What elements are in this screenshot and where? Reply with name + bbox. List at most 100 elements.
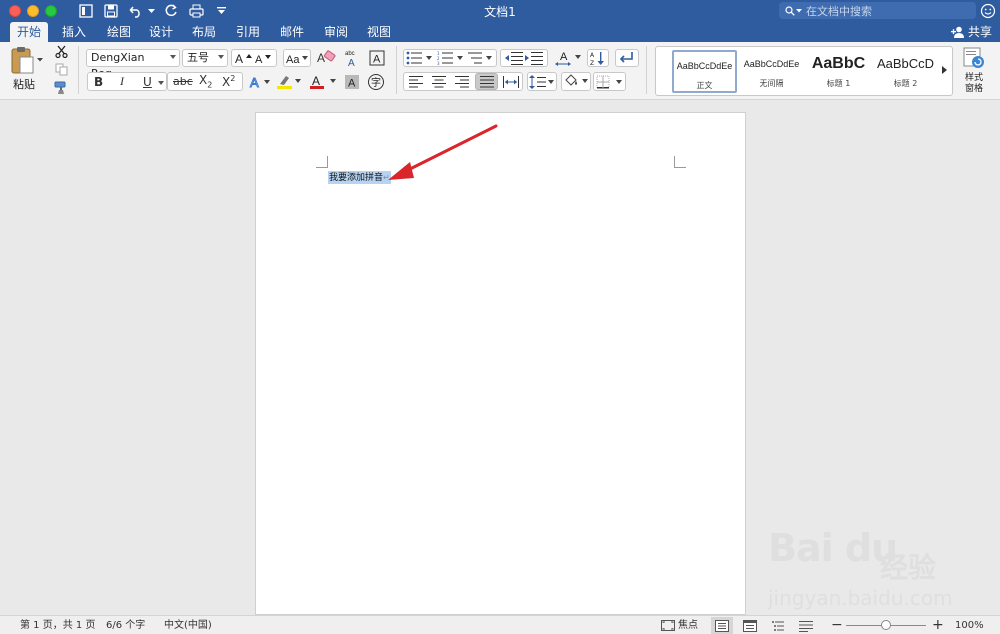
print-layout-view-icon[interactable] <box>711 617 733 634</box>
sidebar-toggle-icon[interactable] <box>78 3 94 19</box>
save-icon[interactable] <box>103 3 119 19</box>
document-title: 文档1 <box>484 5 516 19</box>
bold-button[interactable]: B <box>94 75 103 89</box>
clear-formatting-icon[interactable]: A <box>316 48 338 68</box>
style-sample: AaBbCcDdEe <box>743 59 800 69</box>
cut-icon[interactable] <box>53 44 69 59</box>
tab-layout[interactable]: 布局 <box>185 22 223 42</box>
justify-icon[interactable] <box>475 73 498 90</box>
borders-icon <box>596 75 622 88</box>
strikethrough-button[interactable]: abc <box>173 75 193 88</box>
phonetic-guide-icon[interactable]: abc A <box>342 48 364 68</box>
underline-button[interactable]: U <box>143 75 152 89</box>
undo-dropdown-icon[interactable] <box>147 3 155 19</box>
zoom-out-button[interactable]: − <box>831 616 843 634</box>
change-case-button[interactable]: Aa <box>283 49 311 67</box>
margin-corner-top-right <box>674 156 686 168</box>
zoom-in-button[interactable]: + <box>932 616 944 634</box>
page-count[interactable]: 第 1 页，共 1 页 <box>20 616 95 634</box>
zoom-window-button[interactable] <box>45 5 57 17</box>
tab-home[interactable]: 开始 <box>10 22 48 42</box>
annotation-arrow <box>388 124 498 180</box>
undo-icon[interactable] <box>128 3 144 19</box>
highlight-color-icon[interactable] <box>274 72 302 91</box>
font-size-value: 五号 <box>187 51 209 64</box>
redo-icon[interactable] <box>163 3 179 19</box>
tab-insert[interactable]: 插入 <box>55 22 93 42</box>
svg-text:字: 字 <box>371 76 381 89</box>
style-heading-1[interactable]: AaBbC 标题 1 <box>806 50 871 93</box>
styles-pane-button[interactable]: 样式 窗格 <box>958 46 990 96</box>
multilevel-list-icon[interactable] <box>468 51 496 65</box>
shading-button[interactable] <box>561 72 591 91</box>
change-case-icon: Aa <box>286 54 308 65</box>
underline-dropdown-icon[interactable] <box>158 81 164 85</box>
web-layout-view-icon[interactable] <box>739 617 761 634</box>
sort-button[interactable]: AZ <box>587 49 609 67</box>
svg-text:Aa: Aa <box>286 54 300 65</box>
feedback-smiley-icon[interactable] <box>980 3 996 19</box>
shrink-font-icon[interactable]: A <box>254 51 274 65</box>
draft-view-icon[interactable] <box>795 617 817 634</box>
separator <box>646 46 647 94</box>
style-sample: AaBbCcDdEe <box>676 61 733 71</box>
bullets-icon[interactable] <box>406 51 434 65</box>
svg-text:A: A <box>348 77 356 89</box>
outline-view-icon[interactable] <box>767 617 789 634</box>
font-size-select[interactable]: 五号 <box>182 49 228 67</box>
tab-view[interactable]: 视图 <box>360 22 398 42</box>
distributed-icon[interactable] <box>499 73 522 90</box>
character-border-icon[interactable]: A <box>367 48 387 68</box>
svg-text:A: A <box>250 75 259 90</box>
focus-label[interactable]: 焦点 <box>678 616 698 634</box>
watermark-brand: Bai du <box>768 526 898 570</box>
character-shading-icon[interactable]: A <box>342 72 362 91</box>
indent-buttons <box>500 49 548 67</box>
subscript-base: X <box>199 73 208 88</box>
style-normal[interactable]: AaBbCcDdEe 正文 <box>672 50 737 93</box>
increase-indent-icon[interactable] <box>524 51 544 65</box>
word-count[interactable]: 6/6 个字 <box>106 616 145 634</box>
tab-design[interactable]: 设计 <box>142 22 180 42</box>
subscript-button[interactable]: X2 <box>199 73 212 89</box>
character-scaling-icon[interactable]: A <box>553 48 583 68</box>
enclose-characters-icon[interactable]: 字 <box>366 72 386 91</box>
font-color-icon[interactable]: A <box>307 72 337 91</box>
share-button[interactable]: 共享 <box>950 22 992 42</box>
font-name-select[interactable]: DengXian Reg... <box>86 49 180 80</box>
numbering-icon[interactable]: 123 <box>437 51 465 65</box>
grow-font-icon[interactable]: A <box>234 51 254 65</box>
style-no-spacing[interactable]: AaBbCcDdEe 无间隔 <box>739 50 804 93</box>
tab-mailings[interactable]: 邮件 <box>273 22 311 42</box>
borders-button[interactable] <box>593 72 626 91</box>
superscript-button[interactable]: X2 <box>222 74 235 89</box>
tab-references[interactable]: 引用 <box>229 22 267 42</box>
zoom-level[interactable]: 100% <box>955 616 984 634</box>
italic-button[interactable]: I <box>120 74 124 89</box>
focus-mode-icon[interactable] <box>657 617 679 634</box>
copy-icon[interactable] <box>53 62 69 77</box>
zoom-slider-thumb[interactable] <box>881 620 891 630</box>
tab-review[interactable]: 审阅 <box>317 22 355 42</box>
paste-button[interactable] <box>8 44 44 76</box>
align-center-icon[interactable] <box>428 73 450 90</box>
line-spacing-button[interactable] <box>527 72 557 91</box>
align-right-icon[interactable] <box>451 73 473 90</box>
close-window-button[interactable] <box>9 5 21 17</box>
search-field[interactable]: 在文档中搜索 <box>779 2 976 19</box>
align-left-icon[interactable] <box>405 73 427 90</box>
paragraph-mark-icon <box>619 52 633 63</box>
tab-draw[interactable]: 绘图 <box>100 22 138 42</box>
print-icon[interactable] <box>188 3 204 19</box>
style-name: 标题 1 <box>826 79 851 88</box>
style-heading-2[interactable]: AaBbCcD 标题 2 <box>873 50 938 93</box>
show-paragraph-marks-button[interactable] <box>615 49 639 67</box>
decrease-indent-icon[interactable] <box>504 51 524 65</box>
gallery-next-icon[interactable] <box>942 66 947 74</box>
customize-toolbar-icon[interactable] <box>214 3 228 19</box>
text-effects-icon[interactable]: A <box>248 72 272 91</box>
document-page[interactable] <box>255 112 746 615</box>
minimize-window-button[interactable] <box>27 5 39 17</box>
language-status[interactable]: 中文(中国) <box>164 616 212 634</box>
format-painter-icon[interactable] <box>53 80 69 95</box>
